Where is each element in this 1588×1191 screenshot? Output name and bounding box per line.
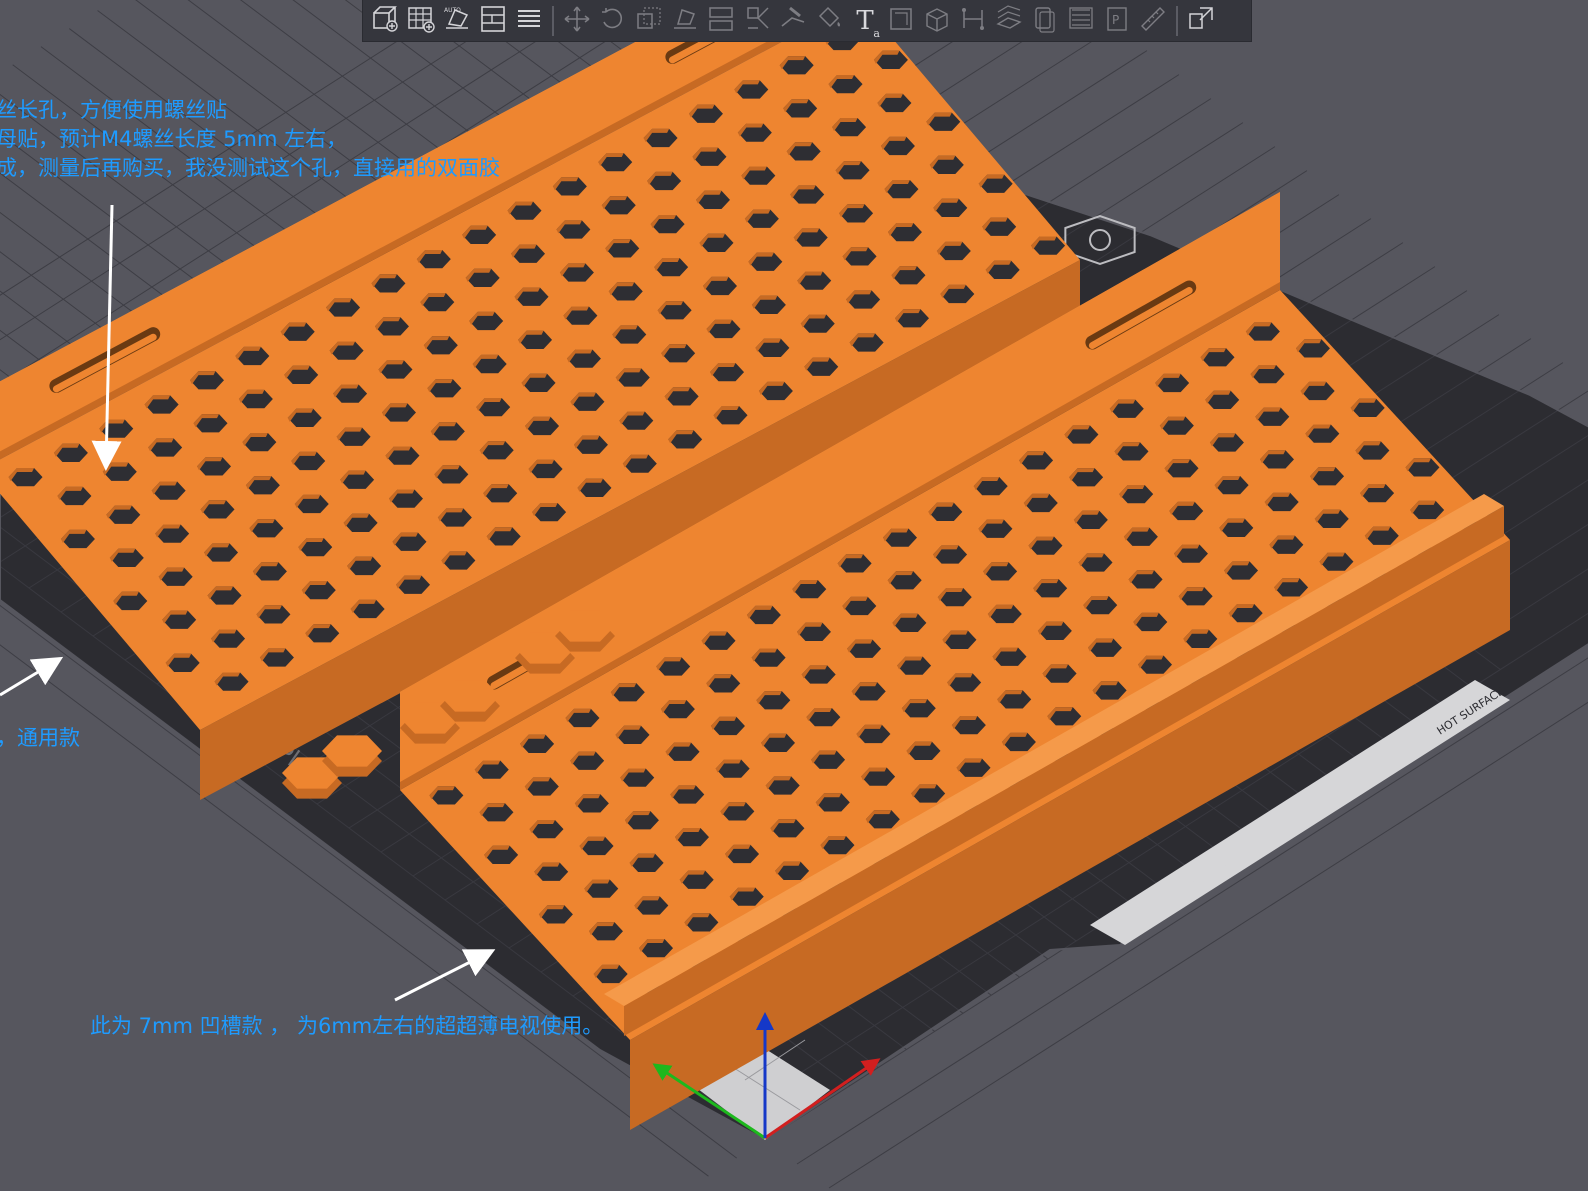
annotation-screw-slot: 丝长孔，方便使用螺丝贴 母贴，预计M4螺丝长度 5mm 左右， 成，测量后再购买… xyxy=(0,96,500,183)
move-icon xyxy=(562,4,592,38)
stack-button[interactable] xyxy=(1027,3,1063,39)
seam-paint-button[interactable] xyxy=(775,3,811,39)
rotate-icon xyxy=(598,4,628,38)
emboss-icon xyxy=(886,4,916,38)
move-button[interactable] xyxy=(559,3,595,39)
measure-icon xyxy=(958,4,988,38)
emboss-button[interactable] xyxy=(883,3,919,39)
rotate-button[interactable] xyxy=(595,3,631,39)
top-toolbar: AUTO Ta P xyxy=(362,0,1252,42)
scale-icon xyxy=(634,4,664,38)
svg-text:P: P xyxy=(1112,13,1119,27)
toolbar-separator xyxy=(1176,5,1178,36)
ruler-icon xyxy=(1138,4,1168,38)
svg-text:AUTO: AUTO xyxy=(444,7,461,14)
support-paint-button[interactable] xyxy=(739,3,775,39)
ruler-button[interactable] xyxy=(1135,3,1171,39)
measure-button[interactable] xyxy=(955,3,991,39)
lay-on-face-button[interactable] xyxy=(667,3,703,39)
label-button[interactable]: P xyxy=(1099,3,1135,39)
brim-ear-icon xyxy=(994,4,1024,38)
annotation-7mm-groove: 此为 7mm 凹槽款 ， 为6mm左右的超超薄电视使用。 xyxy=(90,1014,604,1038)
text-icon: Ta xyxy=(856,5,880,40)
cut-button[interactable] xyxy=(703,3,739,39)
auto-orient-icon: AUTO xyxy=(442,4,472,38)
lay-on-face-icon xyxy=(670,4,700,38)
annotation-line: 丝长孔，方便使用螺丝贴 xyxy=(0,98,227,122)
label-icon: P xyxy=(1102,4,1132,38)
variable-layer-button[interactable] xyxy=(1063,3,1099,39)
layers-list-icon xyxy=(514,4,544,38)
text-tool-sub: a xyxy=(873,26,880,40)
scale-button[interactable] xyxy=(631,3,667,39)
split-view-icon xyxy=(478,4,508,38)
text-button[interactable]: Ta xyxy=(847,3,883,40)
toolbar-separator xyxy=(552,5,554,36)
color-paint-icon xyxy=(814,4,844,38)
arrange-grid-button[interactable] xyxy=(403,3,439,39)
add-part-button[interactable] xyxy=(367,3,403,39)
add-part-icon xyxy=(370,4,400,38)
annotation-arrow xyxy=(394,949,496,1002)
arrange-grid-icon xyxy=(406,4,436,38)
annotation-line: 母贴，预计M4螺丝长度 5mm 左右， xyxy=(0,127,348,151)
variable-layer-icon xyxy=(1066,4,1096,38)
annotation-line: 成，测量后再购买，我没测试这个孔，直接用的双面胶 xyxy=(0,156,500,180)
brim-ear-button[interactable] xyxy=(991,3,1027,39)
view-share-icon xyxy=(1186,4,1216,38)
view-share-button[interactable] xyxy=(1183,3,1219,39)
support-paint-icon xyxy=(742,4,772,38)
stack-icon xyxy=(1030,4,1060,38)
annotation-arrow xyxy=(0,656,64,697)
assembly-icon xyxy=(922,4,952,38)
seam-paint-icon xyxy=(778,4,808,38)
cut-icon xyxy=(706,4,736,38)
assembly-button[interactable] xyxy=(919,3,955,39)
split-view-button[interactable] xyxy=(475,3,511,39)
3d-viewport[interactable]: PLA/ABS/PETGHOT SURFACEr Pla AUTOTaP 丝长孔… xyxy=(0,0,1588,1191)
text-tool-label: T xyxy=(856,5,874,36)
auto-orient-button[interactable]: AUTO xyxy=(439,3,475,39)
color-paint-button[interactable] xyxy=(811,3,847,39)
layers-list-button[interactable] xyxy=(511,3,547,39)
annotation-universal: ，通用款 xyxy=(0,726,80,750)
